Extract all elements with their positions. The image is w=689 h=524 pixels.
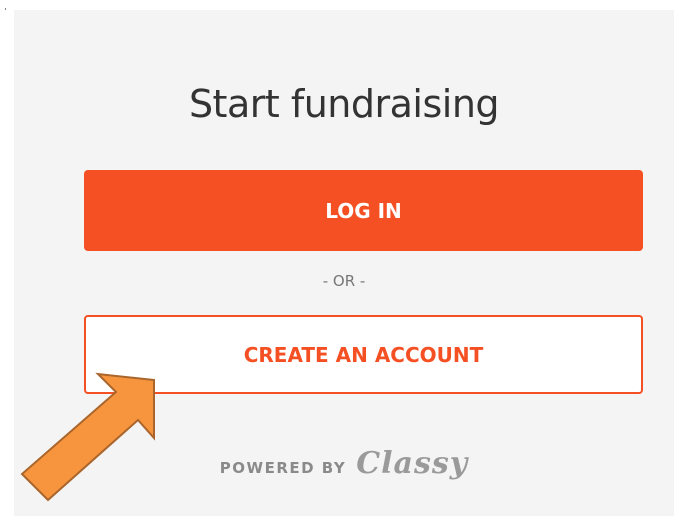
signup-panel: Start fundraising LOG IN - OR - CREATE A…	[14, 10, 674, 516]
powered-by: POWERED BY Classy	[14, 446, 674, 481]
corner-artifact	[5, 8, 6, 10]
create-account-button[interactable]: CREATE AN ACCOUNT	[84, 315, 643, 394]
page-title: Start fundraising	[188, 82, 500, 126]
or-separator: - OR -	[322, 272, 366, 290]
powered-by-label: POWERED BY	[219, 459, 347, 477]
classy-logo: Classy	[356, 446, 469, 481]
log-in-button[interactable]: LOG IN	[84, 170, 643, 251]
